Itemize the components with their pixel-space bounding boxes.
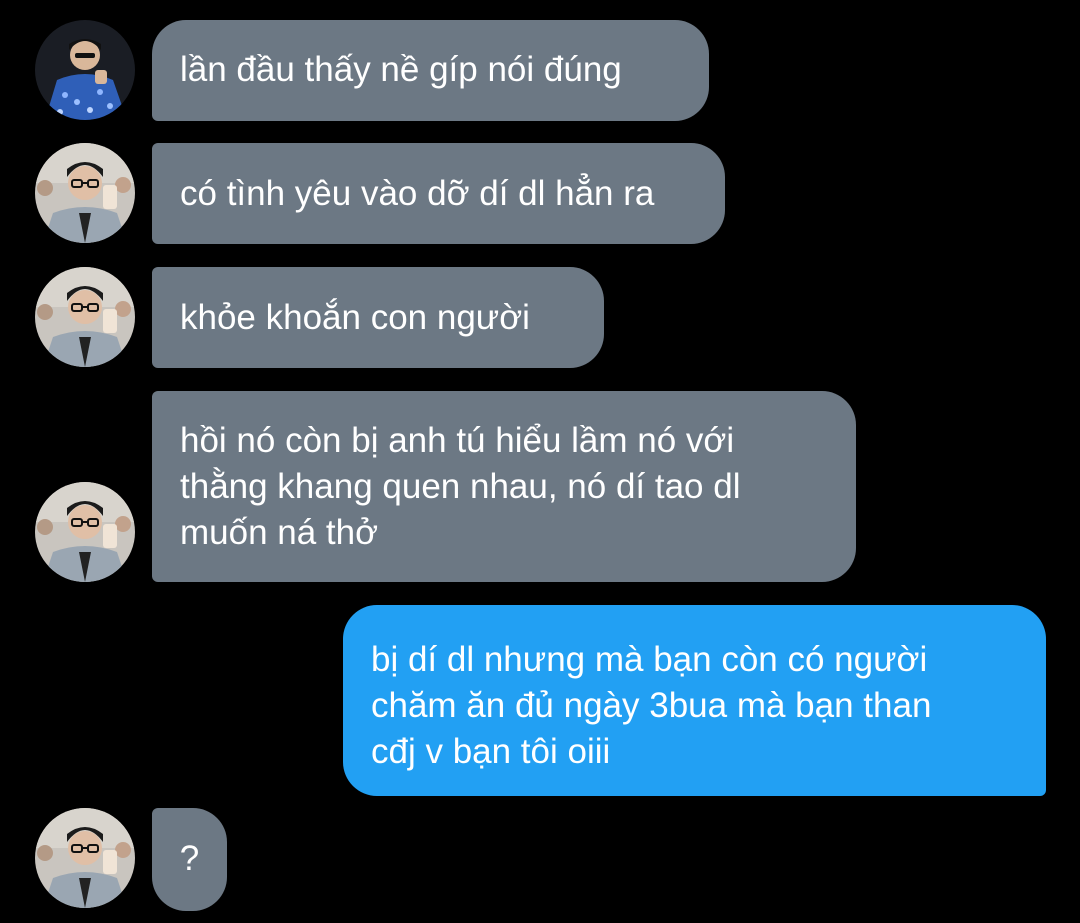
message-text-line: hồi nó còn bị anh tú hiểu lầm nó với [180, 421, 735, 460]
message-bubble[interactable]: có tình yêu vào dỡ dí dl hẳn ra [152, 143, 725, 244]
message-bubble[interactable]: hồi nó còn bị anh tú hiểu lầm nó với thằ… [152, 391, 856, 582]
avatar[interactable] [35, 20, 135, 120]
message-bubble[interactable]: ? [152, 808, 227, 911]
message-text-line: bị dí dl nhưng mà bạn còn có người [371, 640, 928, 679]
avatar-sequin-jacket-photo [35, 20, 135, 120]
message-text-line: muốn ná thở [180, 513, 379, 552]
avatar-glasses-selfie-photo [35, 482, 135, 582]
message-text: lần đầu thấy nề gíp nói đúng [180, 50, 622, 89]
message-text-line: chăm ăn đủ ngày 3bua mà bạn than [371, 686, 932, 725]
avatar[interactable] [35, 808, 135, 908]
message-text: ? [179, 839, 200, 878]
avatar-glasses-selfie-photo [35, 267, 135, 367]
avatar[interactable] [35, 267, 135, 367]
message-text-line: cđj v bạn tôi oiii [371, 732, 611, 771]
message-bubble[interactable]: khỏe khoắn con người [152, 267, 604, 368]
avatar-glasses-selfie-photo [35, 143, 135, 243]
message-text-line: thằng khang quen nhau, nó dí tao dl [180, 467, 741, 506]
avatar[interactable] [35, 143, 135, 243]
avatar[interactable] [35, 482, 135, 582]
message-bubble[interactable]: lần đầu thấy nề gíp nói đúng [152, 20, 709, 121]
message-text: có tình yêu vào dỡ dí dl hẳn ra [180, 174, 655, 213]
message-text: khỏe khoắn con người [180, 298, 530, 337]
avatar-glasses-selfie-photo [35, 808, 135, 908]
sent-message-bubble[interactable]: bị dí dl nhưng mà bạn còn có người chăm … [343, 605, 1046, 796]
